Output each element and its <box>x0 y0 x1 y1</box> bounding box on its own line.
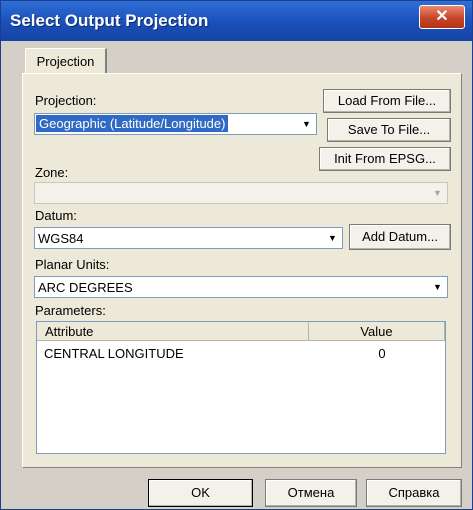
chevron-down-icon[interactable]: ▼ <box>429 278 446 296</box>
load-from-file-button[interactable]: Load From File... <box>323 89 451 113</box>
add-datum-button[interactable]: Add Datum... <box>349 224 451 250</box>
close-icon: ✕ <box>435 8 449 25</box>
parameters-label: Parameters: <box>35 303 106 318</box>
select-output-projection-dialog: Select Output Projection ✕ Projection Pr… <box>0 0 473 510</box>
chevron-down-icon[interactable]: ▼ <box>298 115 315 133</box>
datum-select[interactable]: WGS84 ▼ <box>34 227 343 249</box>
close-button[interactable]: ✕ <box>419 5 465 29</box>
save-to-file-button[interactable]: Save To File... <box>327 118 451 142</box>
attribute-cell: CENTRAL LONGITUDE <box>44 346 184 361</box>
planar-units-selected-value: ARC DEGREES <box>38 280 133 295</box>
help-button[interactable]: Справка <box>366 479 462 507</box>
datum-selected-value: WGS84 <box>38 231 84 246</box>
datum-label: Datum: <box>35 208 77 223</box>
chevron-down-icon[interactable]: ▼ <box>324 229 341 247</box>
ok-button[interactable]: OK <box>148 479 253 507</box>
projection-selected-value: Geographic (Latitude/Longitude) <box>36 115 229 132</box>
chevron-down-icon[interactable]: ▼ <box>429 184 446 202</box>
value-cell: 0 <box>378 346 386 361</box>
window-title: Select Output Projection <box>10 11 209 30</box>
planar-units-select[interactable]: ARC DEGREES ▼ <box>34 276 448 298</box>
parameters-table[interactable]: Attribute Value CENTRAL LONGITUDE 0 <box>36 321 446 454</box>
title-bar[interactable]: Select Output Projection ✕ <box>1 1 472 41</box>
projection-select[interactable]: Geographic (Latitude/Longitude) ▼ <box>34 113 317 135</box>
init-from-epsg-button[interactable]: Init From EPSG... <box>319 147 451 171</box>
column-header-attribute[interactable]: Attribute <box>37 322 309 341</box>
tab-projection[interactable]: Projection <box>25 48 107 74</box>
zone-select[interactable]: ▼ <box>34 182 448 204</box>
cancel-button[interactable]: Отмена <box>265 479 357 507</box>
zone-label: Zone: <box>35 165 69 180</box>
projection-label: Projection: <box>35 93 97 108</box>
planar-units-label: Planar Units: <box>35 257 110 272</box>
column-header-value[interactable]: Value <box>309 322 445 341</box>
